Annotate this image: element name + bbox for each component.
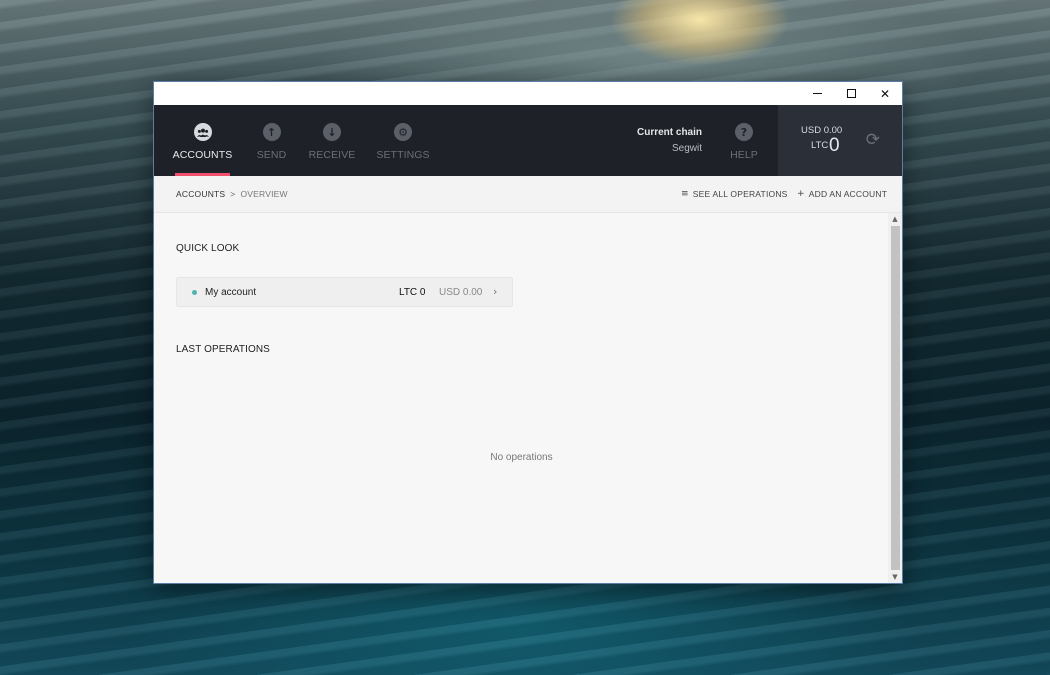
nav-tab-settings[interactable]: ⚙ SETTINGS bbox=[376, 105, 430, 176]
current-chain-value: Segwit bbox=[671, 143, 702, 154]
breadcrumb-root[interactable]: ACCOUNTS bbox=[176, 189, 225, 199]
accounts-icon bbox=[193, 123, 212, 141]
nav-tab-receive[interactable]: ↓ RECEIVE bbox=[308, 105, 356, 176]
nav-label-settings: SETTINGS bbox=[376, 149, 430, 161]
scroll-down-icon[interactable]: ▼ bbox=[888, 571, 902, 583]
nav-tab-accounts[interactable]: ACCOUNTS bbox=[172, 105, 233, 176]
balance-ltc-value: 0 bbox=[829, 135, 840, 156]
account-color-dot bbox=[192, 290, 197, 295]
send-arrow-up-icon: ↑ bbox=[262, 123, 281, 141]
plus-icon: + bbox=[797, 189, 805, 199]
breadcrumb-current: OVERVIEW bbox=[240, 189, 288, 199]
minimize-button[interactable] bbox=[800, 82, 834, 105]
nav-tab-send[interactable]: ↑ SEND bbox=[254, 105, 289, 176]
nav-label-receive: RECEIVE bbox=[308, 149, 356, 161]
list-icon: ≡ bbox=[681, 189, 689, 199]
receive-arrow-down-icon: ↓ bbox=[323, 123, 341, 141]
close-icon: ✕ bbox=[879, 86, 891, 101]
current-chain-title: Current chain bbox=[636, 127, 702, 138]
account-name: My account bbox=[205, 287, 257, 298]
see-all-operations-label: SEE ALL OPERATIONS bbox=[692, 189, 788, 199]
top-navigation: ACCOUNTS ↑ SEND ↓ RECEIVE ⚙ SETTINGS Cur… bbox=[154, 105, 902, 176]
vertical-scrollbar[interactable]: ▲ ▼ bbox=[888, 213, 902, 583]
account-ltc-balance: LTC 0 bbox=[399, 287, 426, 298]
add-account-label: ADD AN ACCOUNT bbox=[808, 189, 888, 199]
close-button[interactable]: ✕ bbox=[868, 82, 902, 105]
chevron-right-icon: › bbox=[493, 285, 498, 298]
minimize-icon bbox=[812, 93, 822, 94]
help-icon: ? bbox=[735, 123, 753, 141]
account-usd-balance: USD 0.00 bbox=[439, 287, 483, 298]
scroll-up-icon[interactable]: ▲ bbox=[888, 213, 902, 225]
main-content: QUICK LOOK My account LTC 0 USD 0.00 › L… bbox=[154, 213, 889, 583]
scroll-thumb[interactable] bbox=[891, 226, 900, 570]
last-operations-title: LAST OPERATIONS bbox=[176, 344, 270, 355]
gear-icon: ⚙ bbox=[394, 123, 412, 141]
breadcrumb: ACCOUNTS > OVERVIEW bbox=[176, 189, 288, 199]
no-operations-message: No operations bbox=[490, 452, 553, 463]
balance-ltc-label: LTC bbox=[811, 140, 829, 151]
maximize-button[interactable] bbox=[834, 82, 868, 105]
nav-label-accounts: ACCOUNTS bbox=[172, 149, 233, 161]
add-account-button[interactable]: + ADD AN ACCOUNT bbox=[797, 189, 887, 199]
breadcrumb-bar: ACCOUNTS > OVERVIEW ≡ SEE ALL OPERATIONS +… bbox=[154, 176, 902, 213]
help-label: HELP bbox=[730, 149, 758, 161]
title-bar: ✕ bbox=[154, 82, 902, 105]
sync-icon[interactable]: ⟳ bbox=[866, 130, 880, 150]
nav-label-send: SEND bbox=[256, 149, 287, 161]
see-all-operations-button[interactable]: ≡ SEE ALL OPERATIONS bbox=[681, 189, 788, 199]
help-button[interactable]: ? HELP bbox=[730, 105, 758, 176]
breadcrumb-separator: > bbox=[230, 189, 236, 199]
quick-look-title: QUICK LOOK bbox=[176, 243, 240, 254]
account-row[interactable]: My account LTC 0 USD 0.00 › bbox=[176, 277, 513, 307]
balance-panel: USD 0.00 LTC 0 ⟳ bbox=[778, 105, 902, 176]
app-window: ✕ ACCOUNTS ↑ SEND ↓ RECEIVE ⚙ SETTINGS C… bbox=[153, 81, 903, 584]
maximize-icon bbox=[846, 89, 856, 98]
current-chain: Current chain Segwit bbox=[637, 127, 702, 154]
